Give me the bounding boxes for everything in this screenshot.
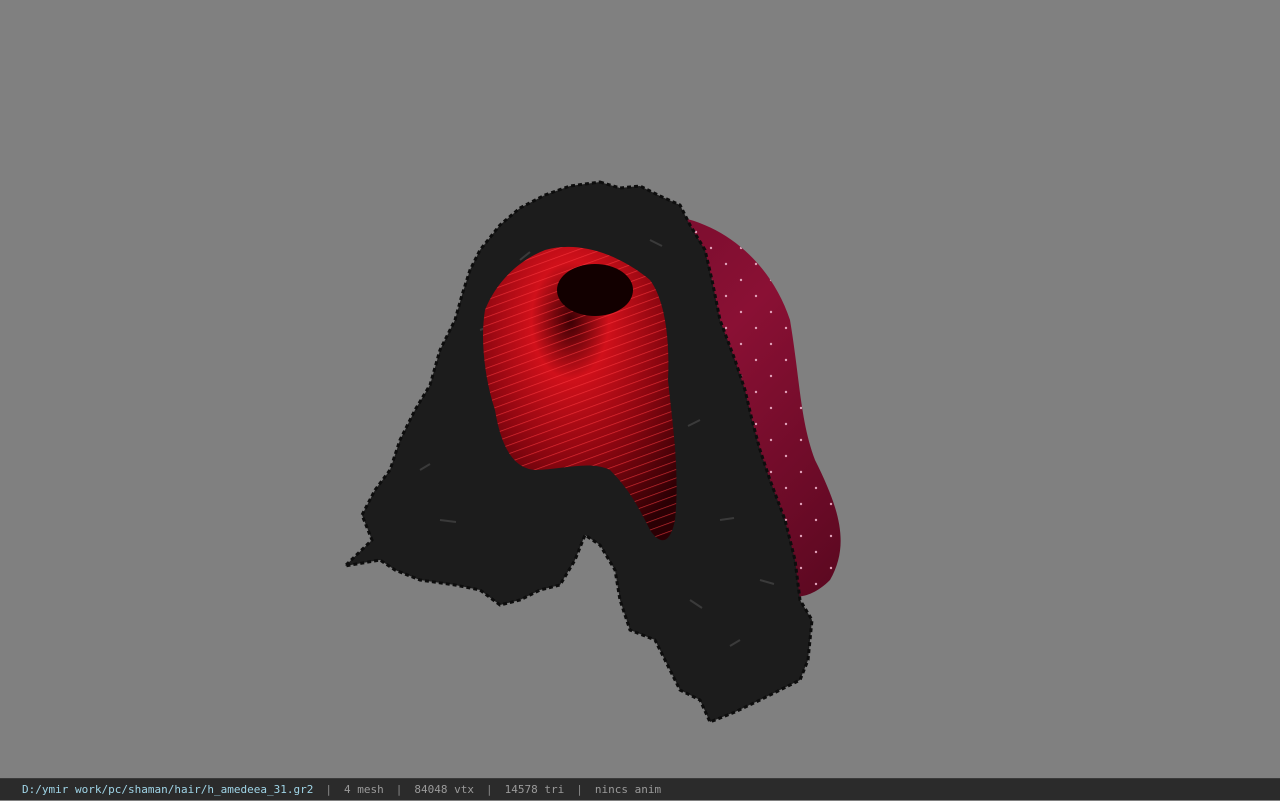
mesh-count: 4 mesh [344,783,384,796]
hair-model-render [340,180,841,724]
separator: | [576,783,583,796]
file-path: D:/ymir work/pc/shaman/hair/h_amedeea_31… [22,783,314,796]
separator: | [395,783,403,796]
animation-status: nincs anim [594,783,662,796]
status-bar: D:/ymir work/pc/shaman/hair/h_amedeea_31… [0,778,1280,800]
3d-viewport[interactable] [0,0,1280,778]
triangle-count: 14578 tri [504,783,565,796]
vertex-count: 84048 vtx [414,783,475,796]
separator: | [486,783,493,796]
separator: | [325,783,333,796]
